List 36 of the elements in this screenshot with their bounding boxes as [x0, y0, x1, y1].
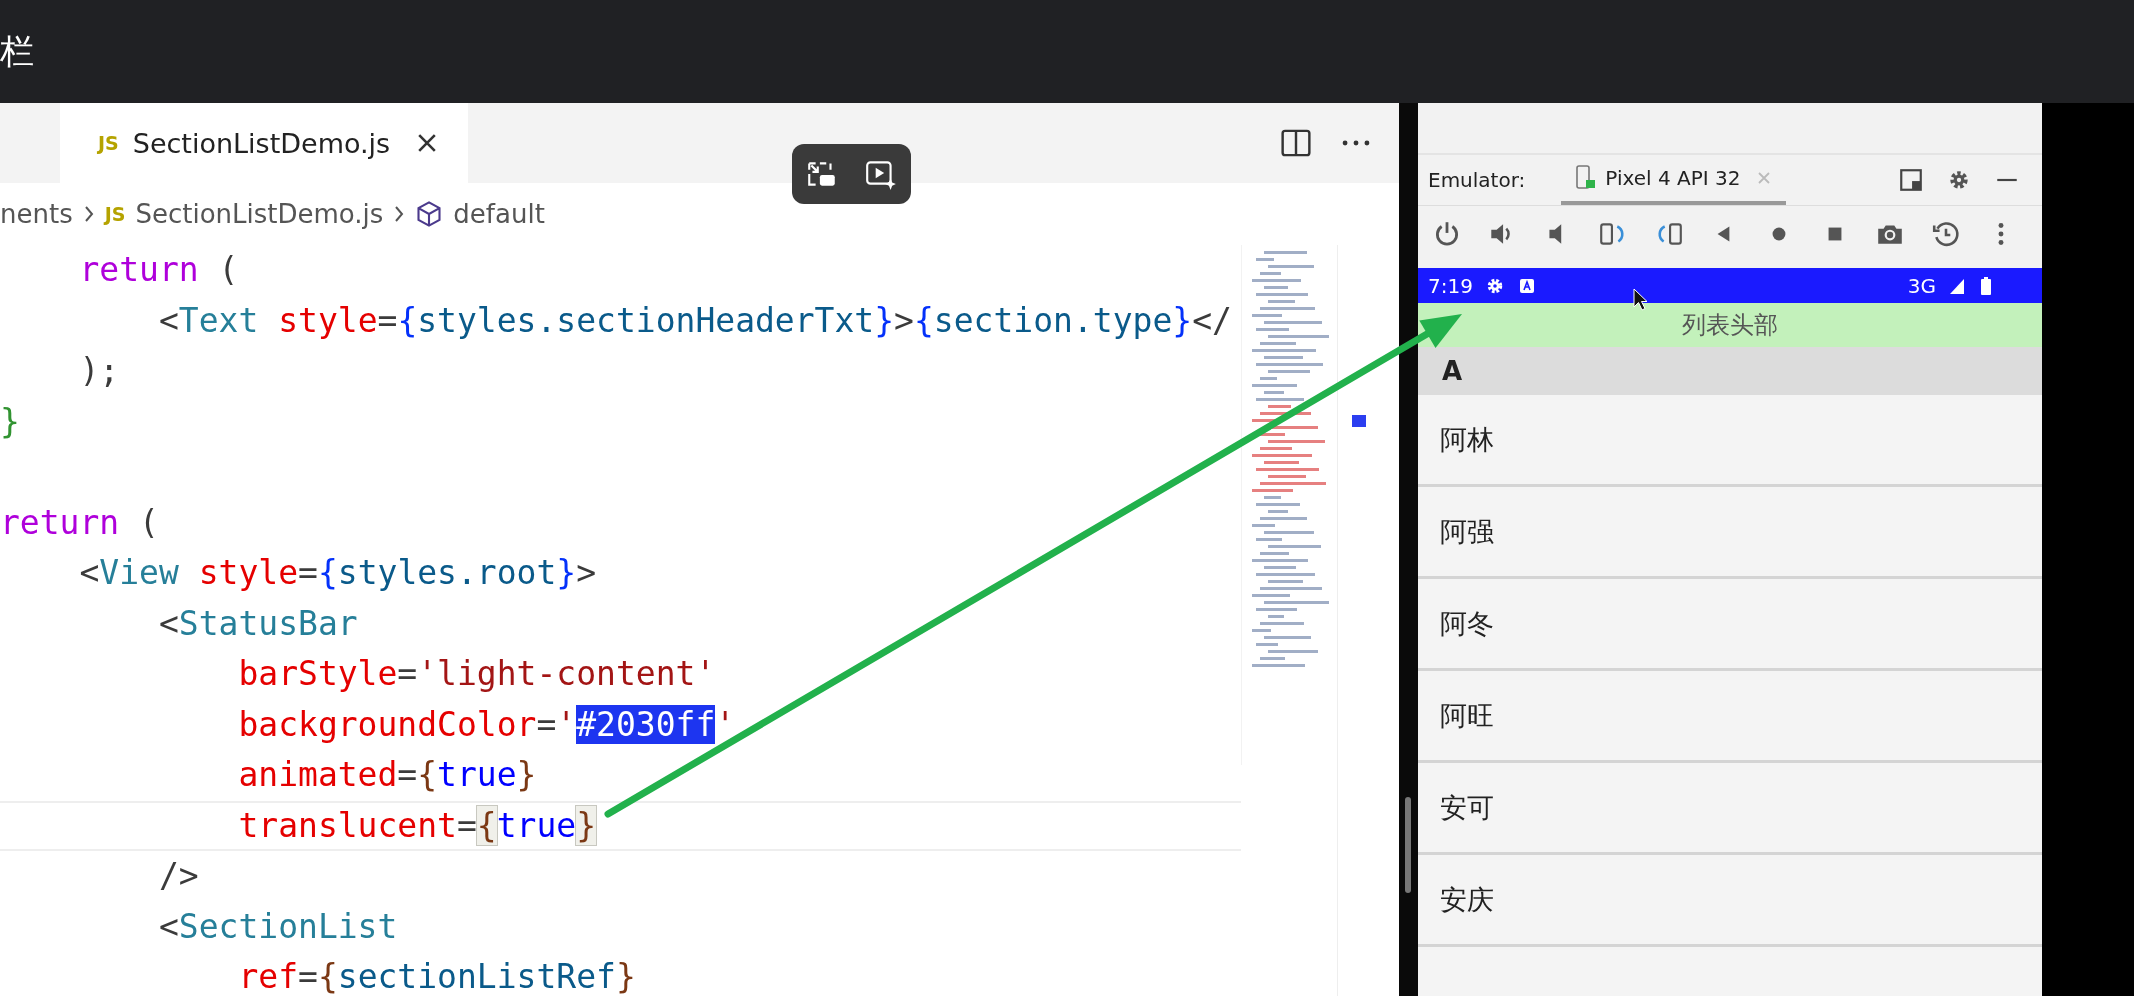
window-restore-icon[interactable] [1898, 167, 1924, 193]
breadcrumb-item[interactable]: default [453, 199, 545, 229]
cube-icon [415, 200, 444, 228]
snapshot-icon[interactable] [1930, 219, 1961, 249]
code-line: return ( [0, 502, 159, 542]
chevron-right-icon [82, 204, 95, 224]
phone-icon [1575, 165, 1598, 191]
list-header-text: 列表头部 [1682, 310, 1778, 341]
top-bar-title: 栏 [0, 29, 34, 73]
code-line: ref={sectionListRef} [237, 957, 636, 996]
code-line: ); [78, 351, 120, 390]
js-file-icon: JS [104, 203, 126, 225]
battery-icon [1980, 275, 1992, 296]
chevron-right-icon [393, 204, 406, 224]
section-title: A [1442, 356, 1463, 386]
emulator-label: Emulator: [1428, 168, 1526, 192]
scrollbar-thumb[interactable] [1405, 797, 1411, 893]
breadcrumb-item[interactable]: SectionListDemo.js [135, 199, 384, 229]
code-line: backgroundColor='#2030ff' [237, 704, 736, 744]
device-tab[interactable]: Pixel 4 API 32 [1561, 155, 1787, 205]
breadcrumb-item[interactable]: nents [0, 199, 73, 229]
code-line: } [0, 401, 20, 441]
mouse-cursor-icon [1633, 288, 1649, 312]
code-line: animated={true} [237, 755, 537, 794]
code-line: translucent={true} [237, 805, 597, 845]
editor-tab[interactable]: JS SectionListDemo.js [60, 103, 469, 183]
code-line: <Text style={styles.sectionHeaderTxt}>{section.type}</ [157, 300, 1232, 340]
code-line: <StatusBar [157, 603, 358, 643]
code-line: <SectionList [157, 906, 398, 946]
code-line: <View style={styles.root}> [78, 553, 597, 592]
code-line: barStyle='light-content' [237, 654, 716, 693]
network-type: 3G [1907, 273, 1936, 298]
code-line: /> [157, 856, 199, 895]
code-line: return ( [78, 250, 239, 289]
scroll-marker [1352, 415, 1366, 427]
status-time: 7:19 [1428, 273, 1473, 298]
